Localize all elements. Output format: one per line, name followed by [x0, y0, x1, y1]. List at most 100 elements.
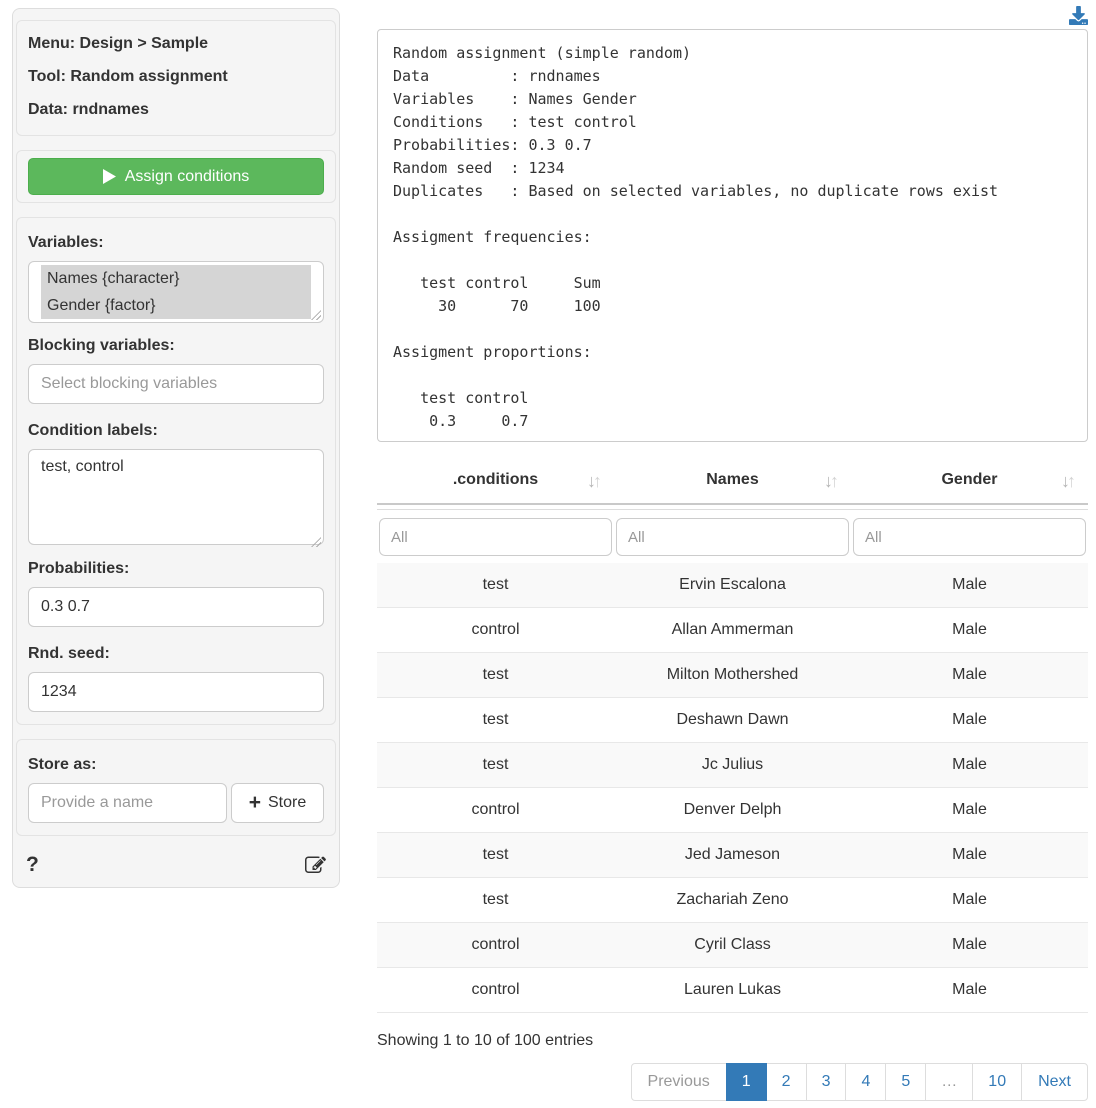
column-header-label: .conditions	[453, 471, 538, 488]
table-row: testDeshawn DawnMale	[377, 698, 1088, 743]
download-button[interactable]	[1069, 6, 1088, 25]
table-cell: test	[377, 563, 614, 608]
toolbar	[377, 0, 1088, 29]
variables-label: Variables:	[28, 234, 324, 252]
table-cell: Milton Mothershed	[614, 653, 851, 698]
play-icon	[103, 169, 116, 184]
page-button-3[interactable]: 3	[806, 1063, 847, 1101]
table-cell: Male	[851, 563, 1088, 608]
seed-label: Rnd. seed:	[28, 645, 324, 663]
table-cell: Jc Julius	[614, 743, 851, 788]
form-panel: Variables: Names {character}Gender {fact…	[16, 217, 336, 725]
table-row: testMilton MothershedMale	[377, 653, 1088, 698]
table-cell: Male	[851, 653, 1088, 698]
table-cell: Jed Jameson	[614, 833, 851, 878]
column-filter-input[interactable]	[379, 518, 612, 556]
table-row: controlDenver DelphMale	[377, 788, 1088, 833]
column-filter-input[interactable]	[616, 518, 849, 556]
blocking-variables-input[interactable]	[28, 364, 324, 404]
sort-up-arrow-icon: ↑	[593, 471, 599, 491]
page-button-next[interactable]: Next	[1021, 1063, 1088, 1101]
table-cell: test	[377, 743, 614, 788]
table-row: testJed JamesonMale	[377, 833, 1088, 878]
action-panel: Assign conditions	[16, 150, 336, 203]
resize-handle-icon[interactable]	[311, 310, 321, 320]
sidebar: Menu: Design > Sample Tool: Random assig…	[12, 8, 340, 888]
table-row: controlLauren LukasMale	[377, 968, 1088, 1013]
table-header-row: .conditions↓↑Names↓↑Gender↓↑	[377, 458, 1088, 503]
assign-conditions-button[interactable]: Assign conditions	[28, 158, 324, 195]
menu-breadcrumb: Menu: Design > Sample	[28, 35, 324, 53]
page-button-1[interactable]: 1	[726, 1063, 767, 1101]
table-row: controlCyril ClassMale	[377, 923, 1088, 968]
table-cell: Male	[851, 608, 1088, 653]
dataset-name: Data: rndnames	[28, 101, 324, 119]
table-cell: Male	[851, 878, 1088, 923]
column-header-Gender[interactable]: Gender ↓↑	[851, 458, 1088, 503]
condition-labels-label: Condition labels:	[28, 422, 324, 440]
help-icon[interactable]: ?	[26, 853, 39, 877]
sort-icon[interactable]: ↓↑	[587, 471, 599, 492]
page-button-5[interactable]: 5	[885, 1063, 926, 1101]
store-name-input[interactable]	[28, 783, 227, 823]
column-filter-input[interactable]	[853, 518, 1086, 556]
table-cell: test	[377, 698, 614, 743]
plus-icon: +	[249, 792, 261, 813]
table-cell: control	[377, 968, 614, 1013]
sort-icon[interactable]: ↓↑	[1061, 471, 1073, 492]
table-cell: test	[377, 833, 614, 878]
probabilities-input[interactable]	[28, 587, 324, 627]
probabilities-label: Probabilities:	[28, 560, 324, 578]
pagination: Previous12345…10Next	[377, 1063, 1088, 1101]
table-cell: Male	[851, 743, 1088, 788]
column-header-label: Gender	[941, 471, 997, 488]
variables-option[interactable]: Names {character}	[41, 265, 311, 292]
table-cell: control	[377, 608, 614, 653]
main-content: Random assignment (simple random) Data :…	[377, 0, 1088, 1101]
table-cell: Deshawn Dawn	[614, 698, 851, 743]
table-row: controlAllan AmmermanMale	[377, 608, 1088, 653]
table-cell: Male	[851, 923, 1088, 968]
table-cell: Male	[851, 833, 1088, 878]
table-body: testErvin EscalonaMalecontrolAllan Ammer…	[377, 563, 1088, 1013]
table-cell: Male	[851, 968, 1088, 1013]
tool-name: Tool: Random assignment	[28, 68, 324, 86]
table-cell: test	[377, 653, 614, 698]
page-button-…: …	[925, 1063, 973, 1101]
table-row: testJc JuliusMale	[377, 743, 1088, 788]
store-panel: Store as: + Store	[16, 739, 336, 836]
assign-conditions-label: Assign conditions	[125, 168, 250, 186]
table-header-separator	[377, 503, 1088, 510]
page-button-previous: Previous	[631, 1063, 727, 1101]
blocking-variables-label: Blocking variables:	[28, 337, 324, 355]
table-info: Showing 1 to 10 of 100 entries	[377, 1032, 1088, 1050]
table-cell: Allan Ammerman	[614, 608, 851, 653]
sort-up-arrow-icon: ↑	[1067, 471, 1073, 491]
table-cell: Male	[851, 698, 1088, 743]
column-header-conditions[interactable]: .conditions ↓↑	[377, 458, 614, 503]
table-cell: Lauren Lukas	[614, 968, 851, 1013]
edit-report-icon[interactable]	[305, 855, 326, 876]
table-cell: control	[377, 788, 614, 833]
store-button-label: Store	[268, 794, 306, 812]
seed-input[interactable]	[28, 672, 324, 712]
table-cell: Zachariah Zeno	[614, 878, 851, 923]
sidebar-footer: ?	[16, 850, 336, 883]
store-button[interactable]: + Store	[231, 783, 324, 823]
page-button-4[interactable]: 4	[845, 1063, 886, 1101]
sort-icon[interactable]: ↓↑	[824, 471, 836, 492]
page-button-2[interactable]: 2	[766, 1063, 807, 1101]
page-button-10[interactable]: 10	[972, 1063, 1022, 1101]
column-header-Names[interactable]: Names↓↑	[614, 458, 851, 503]
table-cell: Cyril Class	[614, 923, 851, 968]
condition-labels-textarea[interactable]: test, control	[28, 449, 324, 545]
sort-up-arrow-icon: ↑	[830, 471, 836, 491]
variables-option[interactable]: Gender {factor}	[41, 292, 311, 319]
variables-listbox[interactable]: Names {character}Gender {factor}	[28, 261, 324, 323]
table-row: testZachariah ZenoMale	[377, 878, 1088, 923]
data-table: .conditions↓↑Names↓↑Gender↓↑ testErvin E…	[377, 458, 1088, 1013]
table-row: testErvin EscalonaMale	[377, 563, 1088, 608]
download-icon	[1069, 6, 1088, 25]
table-cell: Ervin Escalona	[614, 563, 851, 608]
table-filter-row	[377, 510, 1088, 563]
